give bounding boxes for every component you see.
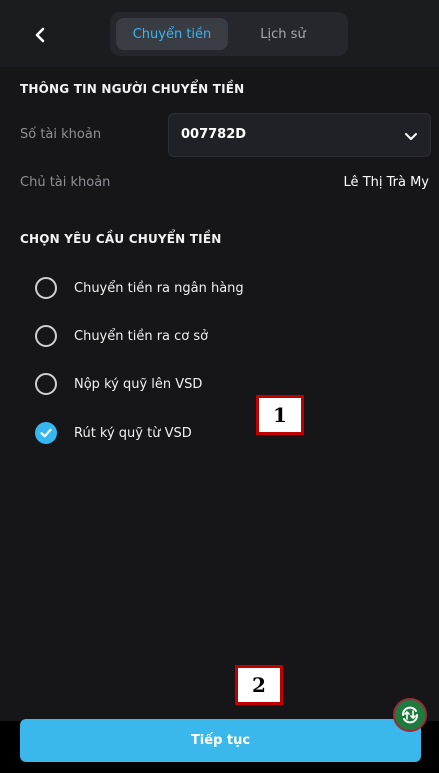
account-owner-label: Chủ tài khoản bbox=[20, 175, 111, 190]
account-number-value: 007782D bbox=[181, 127, 247, 142]
annotation-marker-1: 1 bbox=[256, 395, 304, 435]
option-deposit-vsd[interactable]: Nộp ký quỹ lên VSD bbox=[35, 370, 202, 398]
check-circle-icon[interactable] bbox=[35, 422, 57, 444]
option-label: Rút ký quỹ từ VSD bbox=[74, 425, 192, 441]
option-label: Chuyển tiền ra cơ sở bbox=[74, 328, 209, 344]
radio-unchecked[interactable] bbox=[35, 277, 57, 299]
tab-transfer[interactable]: Chuyển tiền bbox=[116, 18, 228, 50]
transfer-screen: Chuyển tiền Lịch sử THÔNG TIN NGƯỜI CHUY… bbox=[0, 0, 439, 773]
option-withdraw-vsd[interactable]: Rút ký quỹ từ VSD bbox=[35, 419, 192, 447]
tab-switcher: Chuyển tiền Lịch sử bbox=[110, 12, 348, 56]
account-number-label: Số tài khoản bbox=[20, 127, 102, 142]
request-section-title: CHỌN YÊU CẦU CHUYỂN TIỀN bbox=[20, 232, 222, 246]
radio-unchecked[interactable] bbox=[35, 325, 57, 347]
annotation-marker-2: 2 bbox=[235, 665, 283, 705]
option-label: Nộp ký quỹ lên VSD bbox=[74, 376, 203, 392]
option-base-transfer[interactable]: Chuyển tiền ra cơ sở bbox=[35, 322, 208, 350]
option-bank-transfer[interactable]: Chuyển tiền ra ngân hàng bbox=[35, 274, 244, 302]
chevron-down-icon bbox=[404, 128, 418, 147]
account-number-select[interactable]: 007782D bbox=[168, 113, 431, 157]
account-owner-value: Lê Thị Trà My bbox=[343, 175, 429, 190]
top-bar: Chuyển tiền Lịch sử bbox=[0, 0, 439, 67]
radio-unchecked[interactable] bbox=[35, 373, 57, 395]
chevron-left-icon bbox=[35, 27, 45, 43]
sender-section-title: THÔNG TIN NGƯỜI CHUYỂN TIỀN bbox=[20, 82, 245, 96]
back-button[interactable] bbox=[26, 21, 54, 49]
option-label: Chuyển tiền ra ngân hàng bbox=[74, 280, 244, 296]
tab-history[interactable]: Lịch sử bbox=[234, 18, 332, 50]
continue-button[interactable]: Tiếp tục bbox=[20, 719, 421, 762]
refresh-transfer-icon[interactable] bbox=[393, 698, 427, 732]
